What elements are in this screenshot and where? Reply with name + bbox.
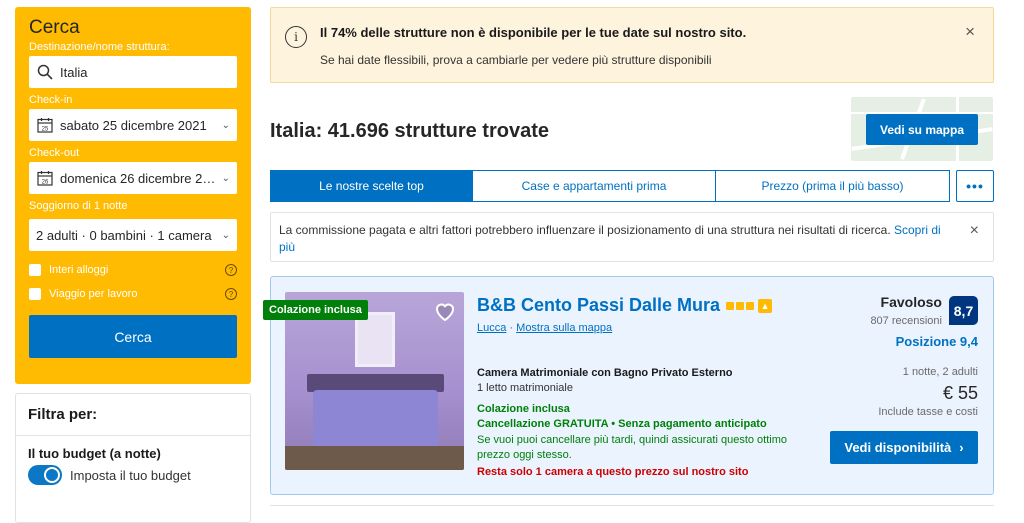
heart-icon[interactable]: [433, 299, 457, 323]
checkin-label: Check-in: [29, 94, 73, 106]
checkout-field[interactable]: 26 domenica 26 dicembre 20... ⌄: [29, 162, 237, 194]
stay-length-label: Soggiorno di 1 notte: [29, 200, 128, 212]
business-travel-checkbox[interactable]: Viaggio per lavoro ?: [29, 283, 237, 305]
budget-title: Il tuo budget (a notte): [28, 446, 161, 461]
calendar-day: 25: [42, 126, 49, 132]
close-icon[interactable]: ×: [965, 22, 975, 42]
cancellation-note: Se vuoi puoi cancellare più tardi, quind…: [477, 434, 788, 461]
checkout-value: domenica 26 dicembre 20...: [60, 170, 216, 186]
tab-lowest-price[interactable]: Prezzo (prima il più basso): [716, 170, 950, 202]
property-location: Lucca · Mostra sulla mappa: [477, 322, 612, 334]
calendar-day: 26: [42, 179, 49, 185]
search-icon: [36, 63, 54, 81]
review-count: 807 recensioni: [870, 315, 942, 327]
property-name-link[interactable]: B&B Cento Passi Dalle Mura: [477, 295, 720, 316]
alert-subtitle: Se hai date flessibili, prova a cambiarl…: [320, 53, 712, 67]
destination-input[interactable]: Italia: [29, 56, 237, 88]
more-sort-options-button[interactable]: •••: [956, 170, 994, 202]
property-name-row: B&B Cento Passi Dalle Mura ▲: [477, 295, 773, 316]
results-title: Italia: 41.696 strutture trovate: [270, 120, 549, 142]
price: € 55: [942, 383, 978, 403]
search-panel: Cerca Destinazione/nome struttura: Itali…: [15, 7, 251, 384]
chevron-right-icon: ›: [959, 440, 964, 455]
whole-homes-checkbox[interactable]: Interi alloggi ?: [29, 259, 237, 281]
next-card-edge: [270, 505, 994, 510]
checkin-value: sabato 25 dicembre 2021: [60, 117, 207, 133]
ranking-note-text: La commissione pagata e altri fattori po…: [279, 223, 894, 237]
taxes-note: Include tasse e costi: [878, 406, 978, 418]
location-separator: ·: [509, 322, 514, 334]
stay-summary: 1 notte, 2 adulti: [902, 366, 978, 378]
see-availability-label: Vedi disponibilità: [844, 440, 952, 455]
destination-label: Destinazione/nome struttura:: [29, 41, 170, 53]
chevron-down-icon: ⌄: [221, 172, 230, 184]
star-rating: [726, 301, 755, 310]
availability-alert: i Il 74% delle strutture non è disponibi…: [270, 7, 994, 83]
room-bed: 1 letto matrimoniale: [477, 382, 573, 394]
ranking-note: La commissione pagata e altri fattori po…: [270, 212, 994, 262]
breakfast-included: Colazione inclusa: [477, 403, 570, 415]
review-word: Favoloso: [880, 294, 942, 310]
review-score-badge: 8,7: [949, 296, 978, 325]
tab-homes-first[interactable]: Case e appartamenti prima: [473, 170, 716, 202]
checkin-field[interactable]: 25 sabato 25 dicembre 2021 ⌄: [29, 109, 237, 141]
budget-toggle[interactable]: [28, 465, 62, 485]
guests-value: 2 adulti · 0 bambini · 1 camera: [36, 227, 212, 243]
destination-value: Italia: [60, 64, 88, 80]
info-icon: i: [285, 26, 307, 48]
filter-panel: Filtra per: Il tuo budget (a notte) Impo…: [15, 393, 251, 523]
search-title: Cerca: [29, 17, 80, 38]
budget-toggle-row[interactable]: Imposta il tuo budget: [16, 463, 250, 487]
see-availability-button[interactable]: Vedi disponibilità ›: [830, 431, 978, 464]
free-cancellation: Cancellazione GRATUITA • Senza pagamento…: [477, 418, 767, 430]
calendar-icon: 25: [36, 116, 54, 134]
show-on-map-link[interactable]: Mostra sulla mappa: [516, 322, 612, 334]
budget-toggle-label: Imposta il tuo budget: [70, 467, 191, 483]
location-score: Posizione 9,4: [895, 334, 978, 349]
show-on-map-button[interactable]: Vedi su mappa: [866, 114, 978, 145]
checkbox-box[interactable]: [29, 264, 41, 276]
help-icon[interactable]: ?: [225, 288, 237, 300]
chevron-down-icon: ⌄: [221, 119, 230, 131]
tab-top-picks[interactable]: Le nostre scelte top: [270, 170, 473, 202]
calendar-icon: 26: [36, 169, 54, 187]
guests-select[interactable]: 2 adulti · 0 bambini · 1 camera ⌄: [29, 219, 237, 251]
search-button[interactable]: Cerca: [29, 315, 237, 358]
scarcity-message: Resta solo 1 camera a questo prezzo sul …: [477, 466, 749, 478]
business-travel-label: Viaggio per lavoro: [49, 288, 138, 300]
breakfast-badge: Colazione inclusa: [263, 300, 368, 320]
sort-tabs: Le nostre scelte top Case e appartamenti…: [270, 170, 994, 202]
chevron-down-icon: ⌄: [221, 229, 230, 241]
help-icon[interactable]: ?: [225, 264, 237, 276]
checkbox-box[interactable]: [29, 288, 41, 300]
close-icon[interactable]: ×: [970, 222, 979, 239]
checkout-label: Check-out: [29, 147, 80, 159]
alert-title: Il 74% delle strutture non è disponibile…: [320, 25, 747, 40]
filter-title: Filtra per:: [16, 394, 250, 436]
room-name: Camera Matrimoniale con Bagno Privato Es…: [477, 367, 733, 379]
whole-homes-label: Interi alloggi: [49, 264, 109, 276]
thumbs-up-icon: ▲: [758, 298, 773, 313]
city-link[interactable]: Lucca: [477, 322, 506, 334]
